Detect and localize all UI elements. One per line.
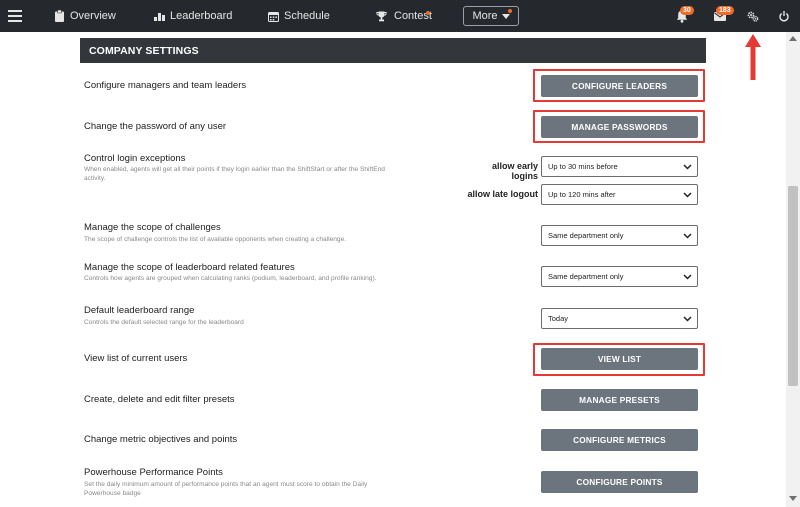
arrow-up-annotation-icon: [744, 34, 762, 87]
challenges-scope-description: The scope of challenge controls the list…: [84, 236, 347, 243]
allow-early-logins-label: allow early logins: [491, 161, 538, 181]
login-exceptions-title: Control login exceptions: [84, 153, 186, 164]
late-logout-value: Up to 120 mins after: [548, 190, 616, 199]
leaderboard-scope-title: Manage the scope of leaderboard related …: [84, 262, 295, 273]
leaderboard-scope-select[interactable]: Same department only: [541, 266, 698, 287]
top-navigation-bar: Overview Leaderboard Schedule Contest Mo…: [0, 0, 800, 32]
login-exceptions-description: When enabled, agents will get all their …: [84, 166, 385, 182]
chevron-down-icon: [683, 190, 692, 201]
trophy-icon: [376, 11, 387, 22]
leaderboard-range-value: Today: [548, 314, 569, 323]
notifications-button[interactable]: [676, 0, 688, 32]
view-users-title: View list of current users: [84, 353, 188, 364]
filter-presets-title: Create, delete and edit filter presets: [84, 394, 235, 405]
clipboard-icon: [55, 10, 64, 22]
nav-leaderboard[interactable]: Leaderboard: [154, 0, 232, 32]
configure-points-button[interactable]: CONFIGURE POINTS: [541, 471, 698, 493]
scroll-down-arrow-icon[interactable]: [789, 496, 797, 501]
configure-leaders-title: Configure managers and team leaders: [84, 80, 247, 91]
manage-presets-button[interactable]: MANAGE PRESETS: [541, 389, 698, 411]
leaderboard-range-description: Controls the default selected range for …: [84, 319, 244, 326]
powerhouse-points-description: Set the daily minimum amount of performa…: [84, 481, 368, 497]
manage-passwords-title: Change the password of any user: [84, 121, 227, 132]
bar-chart-icon: [154, 11, 165, 21]
nav-overview-label: Overview: [70, 10, 116, 22]
manage-passwords-button[interactable]: MANAGE PASSWORDS: [541, 116, 698, 138]
power-icon: [779, 10, 789, 22]
scrollbar-thumb[interactable]: [788, 186, 798, 386]
challenges-scope-select[interactable]: Same department only: [541, 225, 698, 246]
company-settings-header: COMPANY SETTINGS: [80, 38, 706, 63]
challenges-scope-value: Same department only: [548, 231, 624, 240]
configure-metrics-button[interactable]: CONFIGURE METRICS: [541, 429, 698, 451]
metric-objectives-title: Change metric objectives and points: [84, 434, 238, 445]
leaderboard-range-select[interactable]: Today: [541, 308, 698, 329]
nav-leaderboard-label: Leaderboard: [170, 10, 233, 22]
settings-button[interactable]: [747, 0, 759, 32]
calendar-icon: [268, 11, 279, 22]
gears-icon: [747, 11, 759, 22]
message-count-badge: 183: [716, 6, 734, 15]
leaderboard-scope-description: Controls how agents are grouped when cal…: [84, 275, 377, 282]
chevron-down-icon: [683, 162, 692, 173]
late-logout-select[interactable]: Up to 120 mins after: [541, 184, 698, 205]
early-logins-select[interactable]: Up to 30 mins before: [541, 156, 698, 177]
leaderboard-scope-value: Same department only: [548, 272, 624, 281]
scroll-up-arrow-icon[interactable]: [789, 36, 797, 41]
nav-contest[interactable]: Contest: [376, 0, 432, 32]
configure-leaders-button[interactable]: CONFIGURE LEADERS: [541, 75, 698, 97]
contest-new-dot: [426, 11, 430, 15]
nav-overview[interactable]: Overview: [55, 0, 116, 32]
allow-late-logout-label: allow late logout: [467, 189, 538, 199]
view-list-button[interactable]: VIEW LIST: [541, 348, 698, 370]
more-label: More: [472, 10, 498, 22]
powerhouse-points-title: Powerhouse Performance Points: [84, 467, 223, 478]
chevron-down-icon: [683, 314, 692, 325]
chevron-down-icon: [683, 272, 692, 283]
leaderboard-range-title: Default leaderboard range: [84, 305, 195, 316]
logout-button[interactable]: [779, 0, 789, 32]
early-logins-value: Up to 30 mins before: [548, 162, 618, 171]
messages-button[interactable]: [714, 0, 726, 32]
nav-schedule[interactable]: Schedule: [268, 0, 330, 32]
nav-schedule-label: Schedule: [284, 10, 330, 22]
notification-count-badge: 30: [680, 6, 694, 15]
chevron-down-icon: [683, 231, 692, 242]
hamburger-menu-icon[interactable]: [8, 0, 22, 32]
challenges-scope-title: Manage the scope of challenges: [84, 222, 221, 233]
more-new-dot: [508, 9, 512, 13]
